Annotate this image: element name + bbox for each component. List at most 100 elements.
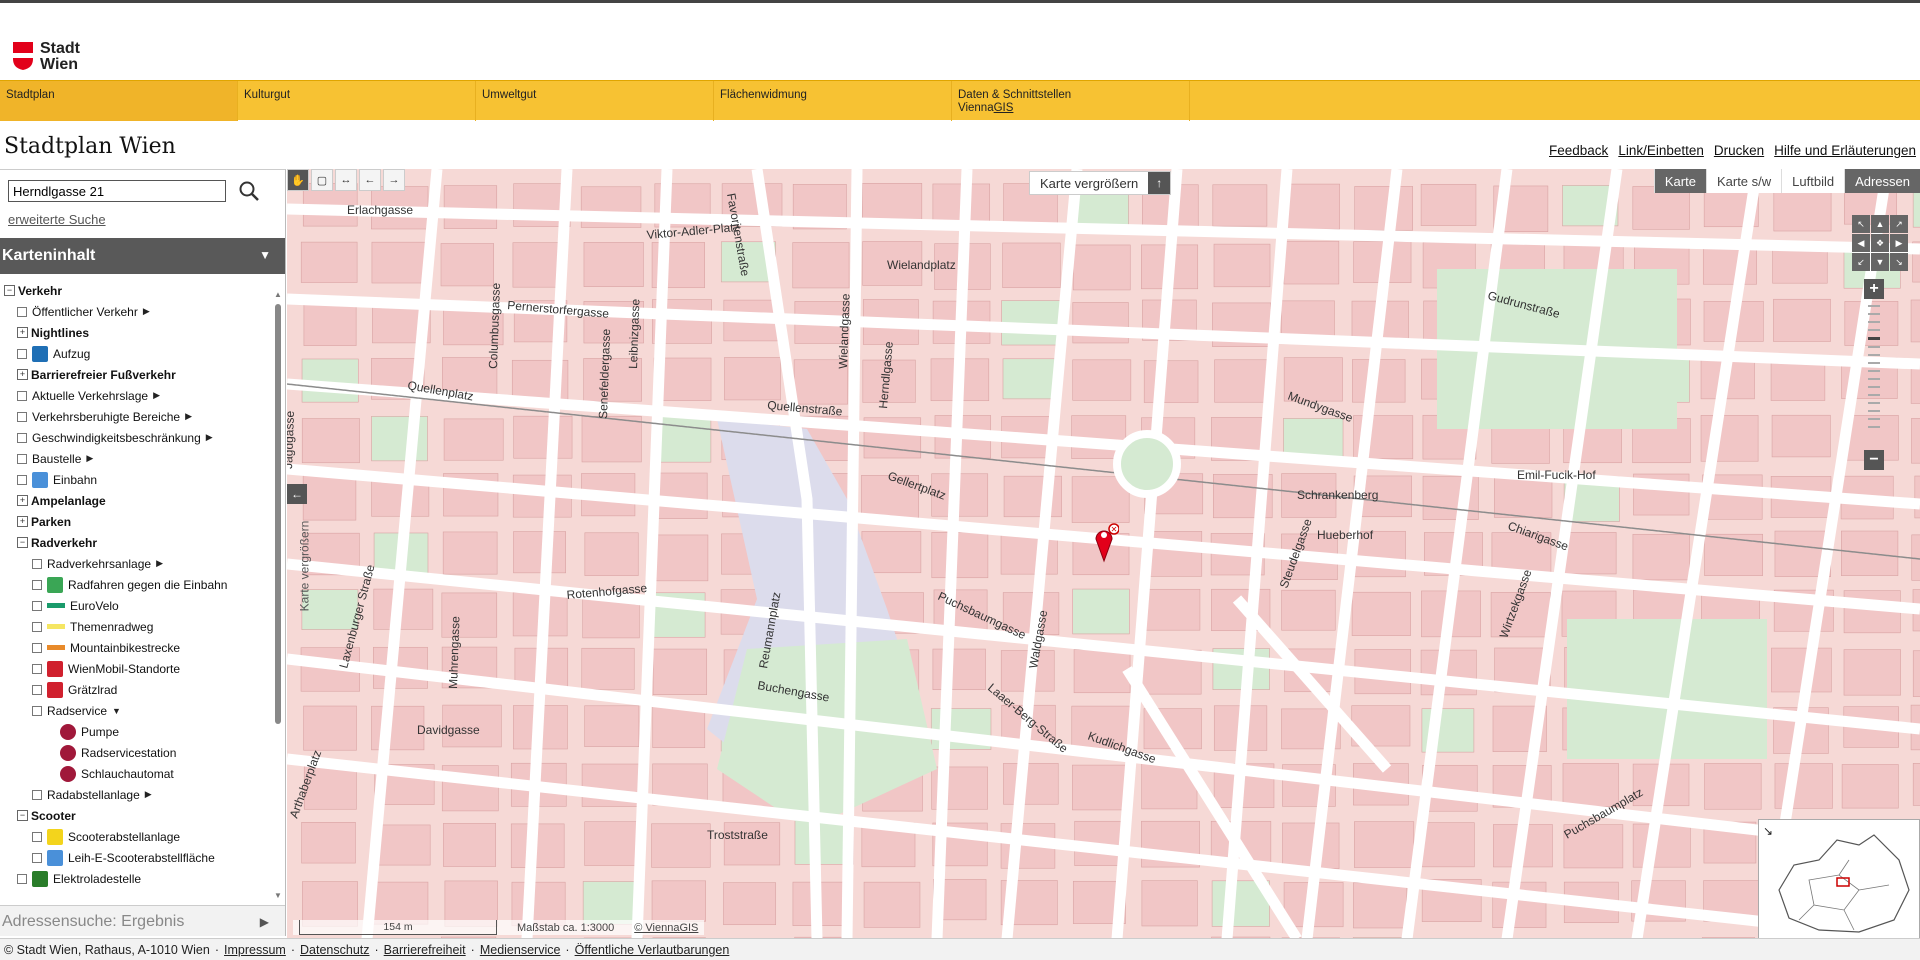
chevron-right-icon[interactable]: ▶ — [206, 432, 213, 443]
layer-tree-item[interactable]: Leih-E-Scooterabstellfläche — [0, 847, 272, 868]
nav-item-stadtplan[interactable]: Stadtplan — [0, 81, 238, 121]
map-view[interactable]: Erlachgasse Viktor-Adler-Platz Favoritenst… — [287, 169, 1920, 939]
layer-tree-item[interactable]: Baustelle ▶ — [0, 448, 272, 469]
expand-icon[interactable]: + — [17, 369, 28, 380]
nav-item-umweltgut[interactable]: Umweltgut — [476, 81, 714, 121]
pan-west-icon[interactable]: ◀ — [1852, 234, 1870, 252]
layer-tree-item[interactable]: Grätzlrad — [0, 679, 272, 700]
layer-checkbox[interactable] — [17, 432, 27, 443]
link-embed-link[interactable]: Link/Einbetten — [1618, 143, 1704, 158]
address-search-result-header[interactable]: Adressensuche: Ergebnis ▶ — [0, 905, 285, 936]
impressum-link[interactable]: Impressum — [224, 943, 286, 957]
expand-icon[interactable]: + — [17, 327, 28, 338]
help-link[interactable]: Hilfe und Erläuterungen — [1774, 143, 1916, 158]
collapse-sidebar-arrow-icon[interactable]: ← — [287, 484, 307, 504]
advanced-search-link[interactable]: erweiterte Suche — [8, 212, 106, 227]
layer-tree-item[interactable]: Radservice ▼ — [0, 700, 272, 721]
layer-checkbox[interactable] — [17, 348, 27, 359]
layer-tree-item[interactable]: + Barrierefreier Fußverkehr — [0, 364, 272, 385]
pan-east-icon[interactable]: ▶ — [1890, 234, 1908, 252]
layer-tree-item[interactable]: Scooterabstellanlage — [0, 826, 272, 847]
back-arrow-icon[interactable]: ← — [359, 169, 381, 191]
medienservice-link[interactable]: Medienservice — [480, 943, 561, 957]
chevron-right-icon[interactable]: ▶ — [86, 453, 93, 464]
chevron-right-icon[interactable]: ▶ — [143, 306, 150, 317]
pan-north-icon[interactable]: ▲ — [1871, 215, 1889, 233]
layer-checkbox[interactable] — [17, 474, 27, 485]
layer-tree-item[interactable]: Aufzug — [0, 343, 272, 364]
layer-tree-item[interactable]: Aktuelle Verkehrslage ▶ — [0, 385, 272, 406]
expand-icon[interactable]: + — [17, 495, 28, 506]
layer-tree-scrollbar[interactable]: ▲ ▼ — [274, 290, 282, 900]
layer-checkbox[interactable] — [17, 453, 27, 464]
arrow-up-icon[interactable]: ↑ — [1148, 172, 1171, 194]
zoom-box-tool-icon[interactable]: ▢ — [311, 169, 333, 191]
layer-tree-item[interactable]: Geschwindigkeitsbeschränkung ▶ — [0, 427, 272, 448]
pan-center-icon[interactable]: ❖ — [1871, 234, 1889, 252]
forward-arrow-icon[interactable]: → — [383, 169, 405, 191]
zoom-in-icon[interactable]: + — [1864, 279, 1884, 299]
layer-tree-item[interactable]: EuroVelo — [0, 595, 272, 616]
pan-north-east-icon[interactable]: ↗ — [1890, 215, 1908, 233]
map-type-karte-sw[interactable]: Karte s/w — [1705, 169, 1782, 193]
layer-tree-item[interactable]: + Ampelanlage — [0, 490, 272, 511]
layer-tree-item[interactable]: Elektroladestelle — [0, 868, 272, 889]
pan-south-east-icon[interactable]: ↘ — [1890, 253, 1908, 271]
layer-checkbox[interactable] — [32, 642, 42, 653]
overview-toggle-arrow-icon[interactable]: ↘ — [1763, 824, 1773, 838]
layer-tree-item[interactable]: WienMobil-Standorte — [0, 658, 272, 679]
layer-checkbox[interactable] — [32, 684, 42, 695]
nav-item-kulturgut[interactable]: Kulturgut — [238, 81, 476, 121]
overview-map[interactable]: ↘ — [1758, 819, 1920, 939]
feedback-link[interactable]: Feedback — [1549, 143, 1608, 158]
layer-tree-item[interactable]: − Verkehr — [0, 280, 272, 301]
scroll-up-icon[interactable]: ▲ — [274, 290, 282, 299]
chevron-down-icon[interactable]: ▼ — [112, 706, 121, 716]
layer-tree-item[interactable]: + Parken — [0, 511, 272, 532]
collapse-icon[interactable]: − — [17, 810, 28, 821]
search-input[interactable] — [8, 180, 226, 202]
stadt-wien-logo[interactable]: Stadt Wien — [12, 41, 80, 73]
layer-tree-item[interactable]: Mountainbikestrecke — [0, 637, 272, 658]
scroll-down-icon[interactable]: ▼ — [274, 891, 282, 900]
layer-tree-item[interactable]: − Scooter — [0, 805, 272, 826]
zoom-slider[interactable] — [1868, 305, 1880, 445]
layer-checkbox[interactable] — [32, 663, 42, 674]
layer-checkbox[interactable] — [32, 852, 42, 863]
layer-checkbox[interactable] — [32, 600, 42, 611]
layer-tree-item[interactable]: − Radverkehr — [0, 532, 272, 553]
layer-tree-item[interactable]: Schlauchautomat — [0, 763, 272, 784]
copyright-link[interactable]: © ViennaGIS — [634, 922, 698, 934]
layer-tree-item[interactable]: Radfahren gegen die Einbahn — [0, 574, 272, 595]
search-icon[interactable] — [238, 180, 260, 202]
layer-tree-item[interactable]: Verkehrsberuhigte Bereiche ▶ — [0, 406, 272, 427]
map-content-panel-header[interactable]: Karteninhalt ▼ — [0, 238, 285, 274]
layer-checkbox[interactable] — [32, 705, 42, 716]
layer-tree-item[interactable]: Radverkehrsanlage ▶ — [0, 553, 272, 574]
layer-tree-item[interactable]: Öffentlicher Verkehr ▶ — [0, 301, 272, 322]
layer-checkbox[interactable] — [32, 621, 42, 632]
measure-tool-icon[interactable]: ↔ — [335, 169, 357, 191]
layer-tree-item[interactable]: Pumpe — [0, 721, 272, 742]
map-type-luftbild[interactable]: Luftbild — [1781, 169, 1845, 193]
side-enlarge-map-label[interactable]: Karte vergrößern — [297, 521, 311, 612]
collapse-icon[interactable]: − — [17, 537, 28, 548]
layer-checkbox[interactable] — [17, 411, 27, 422]
nav-item-daten[interactable]: Daten & Schnittstellen ViennaGIS — [952, 81, 1190, 121]
layer-checkbox[interactable] — [17, 390, 27, 401]
map-type-adressen[interactable]: Adressen — [1844, 169, 1920, 193]
expand-icon[interactable]: + — [17, 516, 28, 527]
layer-tree-item[interactable]: Radabstellanlage ▶ — [0, 784, 272, 805]
layer-checkbox[interactable] — [17, 873, 27, 884]
chevron-right-icon[interactable]: ▶ — [153, 390, 160, 401]
pan-south-west-icon[interactable]: ↙ — [1852, 253, 1870, 271]
zoom-out-icon[interactable]: − — [1864, 450, 1884, 470]
pan-south-icon[interactable]: ▼ — [1871, 253, 1889, 271]
scroll-thumb[interactable] — [275, 304, 281, 724]
pan-tool-icon[interactable]: ✋ — [287, 169, 309, 191]
collapse-icon[interactable]: − — [4, 285, 15, 296]
layer-tree-item[interactable]: Einbahn — [0, 469, 272, 490]
pan-north-west-icon[interactable]: ↖ — [1852, 215, 1870, 233]
print-link[interactable]: Drucken — [1714, 143, 1764, 158]
enlarge-map-control[interactable]: Karte vergrößern ↑ — [1029, 171, 1172, 195]
